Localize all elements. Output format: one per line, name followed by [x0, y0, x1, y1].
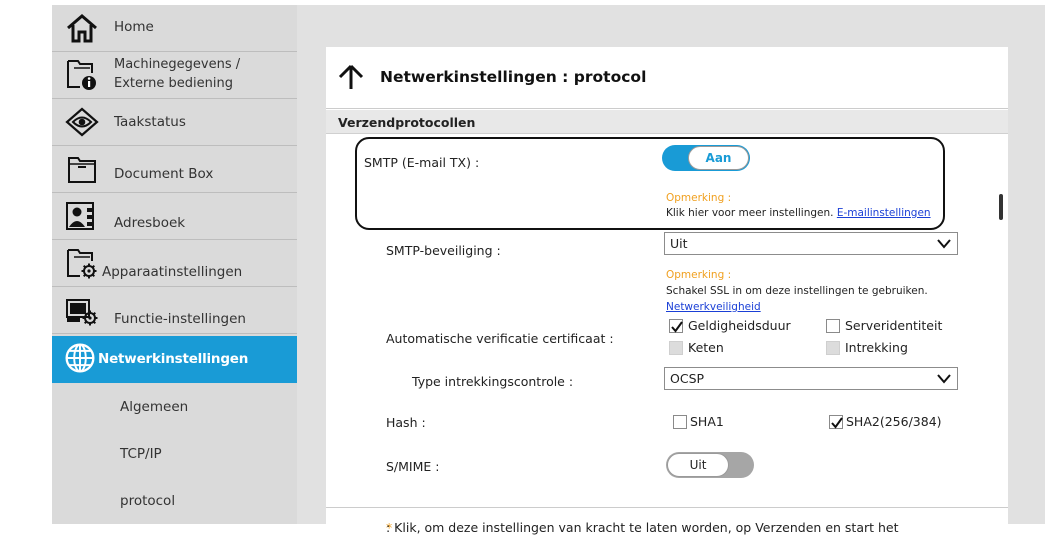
chevron-down-icon: [937, 239, 951, 249]
sidebar-item-label-line2: Externe bediening: [114, 76, 233, 91]
sidebar-subitem-label: TCP/IP: [120, 446, 162, 462]
sidebar-subitem-label: Algemeen: [120, 399, 189, 415]
ssl-note-text: Schakel SSL in om deze instellingen te g…: [666, 285, 928, 297]
sidebar-item-label: Netwerkinstellingen: [98, 351, 249, 367]
select-value: OCSP: [670, 371, 705, 386]
sidebar-item-job-status[interactable]: Taakstatus: [52, 99, 297, 146]
footer-message: : Klik, om deze instellingen van kracht …: [386, 520, 899, 535]
sidebar-item-label: Home: [114, 19, 154, 35]
checkbox-box: [669, 341, 683, 355]
sidebar-item-home[interactable]: Home: [52, 5, 297, 52]
server-identity-checkbox[interactable]: Serveridentiteit: [826, 317, 966, 335]
checkbox-box: [829, 415, 843, 429]
email-settings-link[interactable]: E-mailinstellingen: [837, 207, 931, 219]
validity-checkbox[interactable]: Geldigheidsduur: [669, 317, 809, 335]
page-header: Netwerkinstellingen : protocol: [326, 47, 1008, 109]
sidebar-item-label: Apparaatinstellingen: [102, 264, 243, 280]
cert-verification-label: Automatische verificatie certificaat :: [386, 331, 614, 346]
checkbox-box: [826, 319, 840, 333]
checkbox-box: [673, 415, 687, 429]
chain-checkbox: Keten: [669, 339, 789, 357]
device-settings-icon: [67, 249, 97, 279]
sidebar-subitem-protocol[interactable]: protocol: [52, 478, 297, 524]
address-book-icon: [66, 202, 94, 230]
toggle-knob: Aan: [688, 146, 749, 170]
sha1-checkbox[interactable]: SHA1: [673, 413, 753, 431]
toggle-label: Uit: [689, 458, 707, 472]
sidebar-item-function-settings[interactable]: Functie-instellingen: [52, 287, 297, 334]
sidebar-item-label: Adresboek: [114, 215, 186, 231]
toggle-knob: Uit: [667, 453, 729, 477]
smtp-toggle[interactable]: Aan: [662, 145, 750, 171]
sidebar-item-label: Document Box: [114, 166, 214, 182]
revocation-type-select[interactable]: OCSP: [664, 367, 958, 390]
sidebar-subitem-general[interactable]: Algemeen: [52, 384, 297, 431]
checkbox-box: [826, 341, 840, 355]
sidebar-item-label-line1: Machinegegevens /: [114, 57, 241, 72]
section-title: Verzendprotocollen: [338, 115, 476, 130]
hash-label: Hash :: [386, 415, 426, 430]
smtp-note-heading: Opmerking :: [666, 192, 732, 204]
section-header: Verzendprotocollen: [326, 110, 1008, 134]
footer-note: *: Klik, om deze instellingen van kracht…: [326, 507, 1008, 535]
sidebar-subitem-tcpip[interactable]: TCP/IP: [52, 431, 297, 478]
checkbox-label: Keten: [688, 340, 724, 355]
network-security-link[interactable]: Netwerkveiligheid: [666, 301, 761, 313]
function-settings-icon: [66, 299, 98, 326]
main-panel: Netwerkinstellingen : protocol Verzendpr…: [326, 47, 1008, 535]
sidebar-item-label: Functie-instellingen: [114, 311, 246, 327]
sidebar-item-document-box[interactable]: Document Box: [52, 146, 297, 193]
page-title: Netwerkinstellingen : protocol: [380, 68, 647, 86]
smtp-note-text: Klik hier voor meer instellingen.: [666, 207, 834, 219]
scrollbar-thumb[interactable]: [999, 194, 1003, 220]
sidebar-item-device-settings[interactable]: Apparaatinstellingen: [52, 240, 297, 287]
smtp-security-select[interactable]: Uit: [664, 232, 958, 255]
folder-icon: [68, 157, 96, 183]
toggle-label: Aan: [705, 151, 732, 165]
checkmark-icon: [671, 321, 683, 333]
smime-label: S/MIME :: [386, 459, 440, 474]
sidebar-subitem-label: protocol: [120, 493, 176, 509]
eye-icon: [65, 107, 99, 137]
sha2-checkbox[interactable]: SHA2(256/384): [829, 413, 959, 431]
ssl-note-heading: Opmerking :: [666, 269, 732, 281]
arrow-up-icon[interactable]: [338, 64, 364, 90]
checkbox-box: [669, 319, 683, 333]
checkbox-label: SHA2(256/384): [846, 414, 942, 429]
smtp-note: Klik hier voor meer instellingen. E-mail…: [666, 207, 931, 219]
sidebar-item-address-book[interactable]: Adresboek: [52, 193, 297, 240]
revocation-checkbox: Intrekking: [826, 339, 946, 357]
checkmark-icon: [831, 417, 843, 429]
checkbox-label: Intrekking: [845, 340, 908, 355]
smtp-label: SMTP (E-mail TX) :: [364, 155, 480, 170]
globe-icon: [65, 343, 95, 373]
home-icon: [67, 14, 97, 43]
chevron-down-icon: [937, 374, 951, 384]
checkbox-label: Serveridentiteit: [845, 318, 943, 333]
smime-toggle[interactable]: Uit: [666, 452, 754, 478]
select-value: Uit: [670, 236, 688, 251]
device-info-icon: [67, 60, 96, 90]
sidebar: Home Machinegegevens / Externe bediening…: [52, 5, 297, 524]
sidebar-item-device-info[interactable]: Machinegegevens / Externe bediening: [52, 52, 297, 99]
smtp-security-label: SMTP-beveiliging :: [386, 243, 501, 258]
revocation-type-label: Type intrekkingscontrole :: [412, 374, 574, 389]
sidebar-item-label: Taakstatus: [114, 114, 186, 130]
sidebar-item-network-settings[interactable]: Netwerkinstellingen: [52, 336, 297, 383]
checkbox-label: SHA1: [690, 414, 724, 429]
checkbox-label: Geldigheidsduur: [688, 318, 791, 333]
